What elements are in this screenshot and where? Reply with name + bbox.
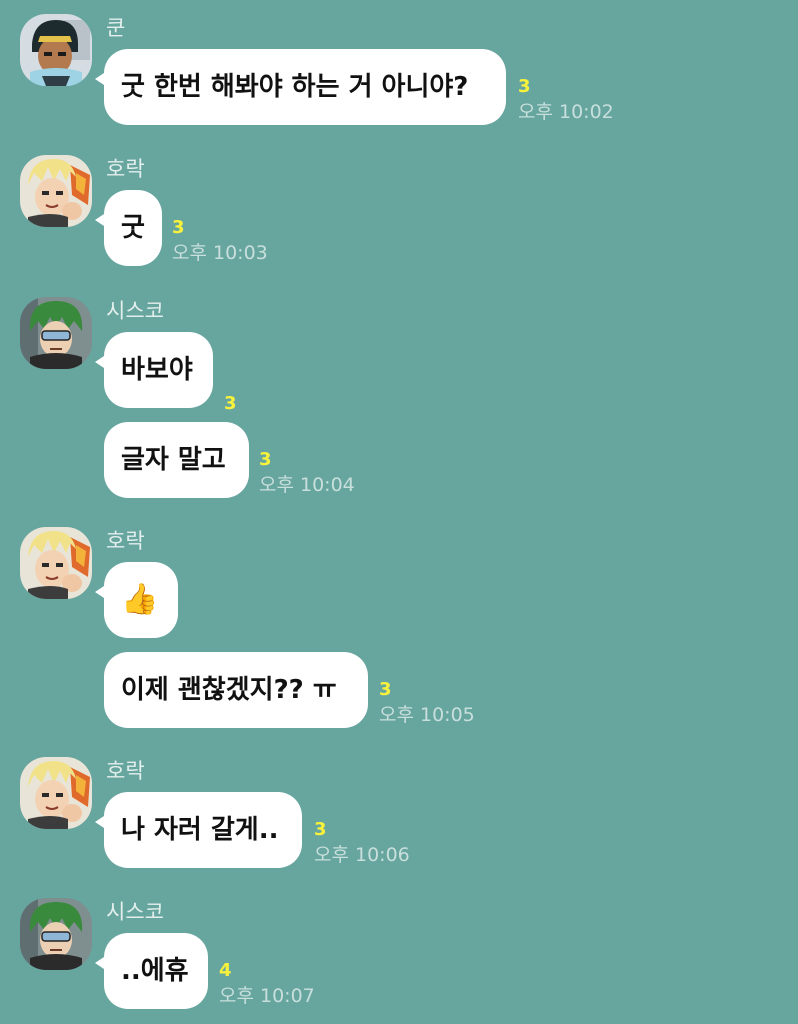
sender-name: 호락 <box>106 759 145 783</box>
unread-count: 3 <box>224 393 237 414</box>
kun-avatar-icon <box>20 14 92 86</box>
timestamp: 오후 10:06 <box>314 844 410 866</box>
sisco-avatar-icon <box>20 297 92 369</box>
message-bubble[interactable]: ..에휴 <box>95 933 208 1009</box>
message-bubble[interactable]: 바보야 <box>95 332 213 408</box>
chat-room: 쿤 굿 한번 해봐야 하는 거 아니야? 3 오후 10:02 호락 굿 3 오… <box>0 0 798 1024</box>
message-bubble[interactable]: 글자 말고 <box>104 422 249 498</box>
horak-avatar[interactable] <box>20 155 92 227</box>
unread-count: 3 <box>259 449 272 470</box>
message-bubble[interactable]: 굿 한번 해봐야 하는 거 아니야? <box>95 49 506 125</box>
timestamp: 오후 10:04 <box>259 474 355 496</box>
timestamp: 오후 10:02 <box>518 101 614 123</box>
unread-count: 4 <box>219 960 232 981</box>
timestamp: 오후 10:05 <box>379 704 475 726</box>
horak-avatar-icon <box>20 527 92 599</box>
sisco-avatar[interactable] <box>20 898 92 970</box>
sisco-avatar[interactable] <box>20 297 92 369</box>
unread-count: 3 <box>379 679 392 700</box>
message-bubble[interactable]: 👍 <box>95 562 178 638</box>
horak-avatar-icon <box>20 155 92 227</box>
horak-avatar[interactable] <box>20 527 92 599</box>
sender-name: 호락 <box>106 157 145 181</box>
horak-avatar[interactable] <box>20 757 92 829</box>
timestamp: 오후 10:07 <box>219 985 315 1007</box>
sisco-avatar-icon <box>20 898 92 970</box>
kun-avatar[interactable] <box>20 14 92 86</box>
unread-count: 3 <box>518 76 531 97</box>
sender-name: 시스코 <box>106 299 164 323</box>
unread-count: 3 <box>172 217 185 238</box>
unread-count: 3 <box>314 819 327 840</box>
message-bubble[interactable]: 굿 <box>95 190 162 266</box>
message-bubble[interactable]: 나 자러 갈게.. <box>95 792 302 868</box>
message-bubble[interactable]: 이제 괜찮겠지?? ㅠ <box>104 652 368 728</box>
sender-name: 시스코 <box>106 900 164 924</box>
timestamp: 오후 10:03 <box>172 242 268 264</box>
sender-name: 호락 <box>106 529 145 553</box>
horak-avatar-icon <box>20 757 92 829</box>
sender-name: 쿤 <box>106 16 126 40</box>
